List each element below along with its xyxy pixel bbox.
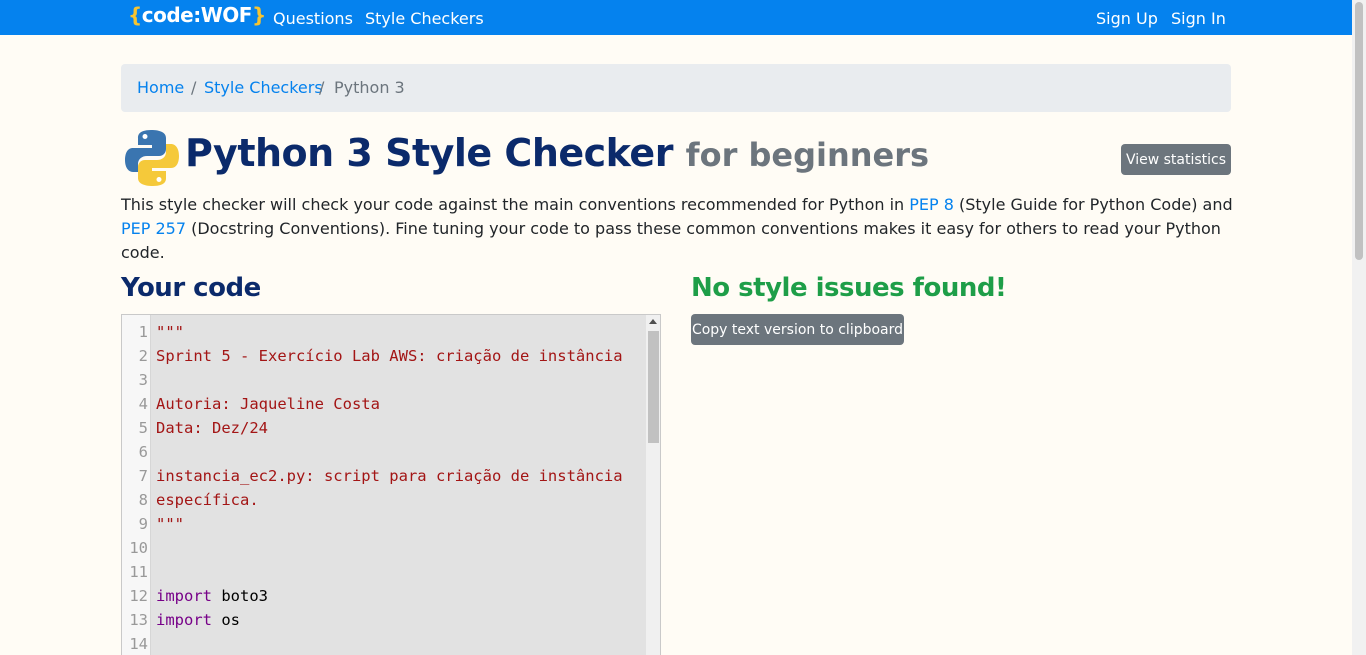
line-number: 2 [138,347,148,365]
line-code: Autoria: Jaqueline Costa [156,395,380,413]
code-line[interactable]: 8 específica. [122,488,646,512]
your-code-heading: Your code [121,273,261,303]
code-line[interactable]: 13 import os [122,608,646,632]
code-line[interactable]: 14 [122,632,646,655]
line-number: 11 [129,563,148,581]
line-number: 9 [138,515,148,533]
code-line[interactable]: 12 import boto3 [122,584,646,608]
code-line[interactable]: 1 """ [122,320,646,344]
page-scrollbar[interactable] [1352,0,1366,655]
keyword-token: import [156,587,212,605]
editor-scrollbar[interactable] [646,315,660,655]
line-number: 14 [129,635,148,653]
breadcrumb-style-checkers-link[interactable]: Style Checkers [204,78,323,97]
scroll-up-arrow-icon[interactable] [649,319,657,324]
brand-logo[interactable]: {code:WOF} [128,3,266,27]
line-number: 3 [138,371,148,389]
line-number: 4 [138,395,148,413]
code-line[interactable]: 9 """ [122,512,646,536]
brand-text: code:WOF [141,3,253,27]
line-number: 5 [138,419,148,437]
line-code: específica. [156,491,259,509]
line-number: 12 [129,587,148,605]
code-line[interactable]: 5 Data: Dez/24 [122,416,646,440]
breadcrumb: Home / Style Checkers / Python 3 [121,64,1231,112]
code-line[interactable]: 2 Sprint 5 - Exercício Lab AWS: criação d… [122,344,646,368]
line-code: import boto3 [156,584,268,608]
line-code: Sprint 5 - Exercício Lab AWS: criação de… [156,347,623,365]
copy-text-button[interactable]: Copy text version to clipboard [691,314,904,345]
line-code: instancia_ec2.py: script para criação de… [156,467,623,485]
code-token: boto3 [212,587,268,605]
view-statistics-button[interactable]: View statistics [1121,144,1231,175]
page-title: Python 3 Style Checker for beginners [185,131,929,175]
line-number: 8 [138,491,148,509]
code-lines[interactable]: 1 """ 2 Sprint 5 - Exercício Lab AWS: criaç… [122,320,646,655]
breadcrumb-current: Python 3 [334,78,405,97]
breadcrumb-separator: / [191,78,197,97]
code-line[interactable]: 7 instancia_ec2.py: script para criação d… [122,464,646,488]
breadcrumb-home-link[interactable]: Home [137,78,184,97]
brand-brace-close: } [251,3,266,27]
code-token: os [212,611,240,629]
page-scrollbar-thumb[interactable] [1355,2,1363,260]
page-title-subtitle: for beginners [685,136,930,174]
nav-style-checkers-link[interactable]: Style Checkers [365,9,484,28]
line-number: 10 [129,539,148,557]
sign-in-link[interactable]: Sign In [1171,9,1226,28]
code-editor[interactable]: 1 """ 2 Sprint 5 - Exercício Lab AWS: criaç… [121,314,661,655]
pep257-link[interactable]: PEP 257 [121,219,186,238]
brand-brace-open: { [128,3,142,27]
code-line[interactable]: 11 [122,560,646,584]
nav-questions-link[interactable]: Questions [273,9,353,28]
line-code: Data: Dez/24 [156,419,268,437]
line-code: import os [156,608,240,632]
line-number: 7 [138,467,148,485]
line-code: """ [156,515,184,533]
code-line[interactable]: 4 Autoria: Jaqueline Costa [122,392,646,416]
intro-paragraph: This style checker will check your code … [121,193,1236,265]
intro-text-2: (Style Guide for Python Code) and [953,195,1233,214]
keyword-token: import [156,611,212,629]
line-number: 1 [138,323,148,341]
sign-up-link[interactable]: Sign Up [1096,9,1158,28]
top-navbar: {code:WOF} Questions Style Checkers Sign… [0,0,1352,35]
line-code: """ [156,323,184,341]
line-number: 6 [138,443,148,461]
line-number: 13 [129,611,148,629]
code-line[interactable]: 3 [122,368,646,392]
intro-text-1: This style checker will check your code … [121,195,910,214]
code-line[interactable]: 6 [122,440,646,464]
breadcrumb-separator: / [319,78,325,97]
intro-text-3: (Docstring Conventions). Fine tuning you… [121,219,1221,262]
pep8-link[interactable]: PEP 8 [909,195,954,214]
python-logo-icon [125,130,179,186]
code-line[interactable]: 10 [122,536,646,560]
result-heading: No style issues found! [691,273,1007,303]
page-title-main: Python 3 Style Checker [185,131,673,175]
editor-scrollbar-thumb[interactable] [648,331,659,443]
